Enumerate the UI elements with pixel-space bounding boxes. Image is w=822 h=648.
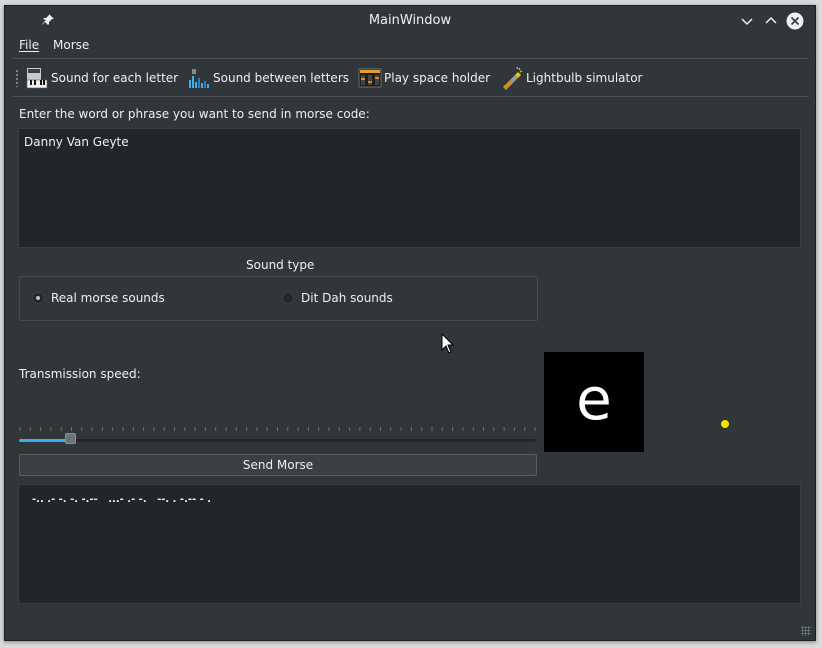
radio-indicator[interactable]	[282, 292, 294, 304]
toolbar: Sound for each letter Sound between lett…	[5, 59, 815, 96]
menu-file[interactable]: File	[19, 38, 39, 52]
slider-ticks	[19, 427, 536, 431]
radio-dit-dah[interactable]: Dit Dah sounds	[282, 291, 393, 305]
title-bar: MainWindow	[5, 6, 815, 36]
tool-lightbulb-simulator[interactable]: Lightbulb simulator	[500, 65, 642, 91]
menu-morse[interactable]: Morse	[53, 38, 89, 52]
input-prompt: Enter the word or phrase you want to sen…	[19, 107, 370, 121]
speed-slider-fill	[19, 439, 67, 442]
close-icon[interactable]	[786, 12, 804, 30]
status-indicator-dot	[721, 420, 729, 428]
radio-label: Dit Dah sounds	[301, 291, 393, 305]
tool-sound-each-letter[interactable]: Sound for each letter	[25, 65, 178, 91]
phrase-input[interactable]: Danny Van Geyte	[18, 128, 801, 248]
sound-type-group: Real morse sounds Dit Dah sounds	[19, 276, 538, 321]
speed-slider[interactable]	[19, 439, 536, 442]
speed-label: Transmission speed:	[19, 367, 141, 381]
send-morse-button[interactable]: Send Morse	[19, 454, 537, 476]
tool-sound-between-letters[interactable]: Sound between letters	[187, 65, 349, 91]
toolbar-grip[interactable]	[15, 69, 19, 87]
lightbulb-letter: e	[576, 365, 612, 433]
window-title: MainWindow	[368, 13, 452, 28]
radio-indicator-selected[interactable]	[32, 292, 44, 304]
tool-label: Lightbulb simulator	[526, 71, 643, 85]
sound-type-title: Sound type	[246, 258, 315, 272]
main-window: MainWindow File Morse Sound for each let…	[4, 5, 816, 641]
piano-icon	[26, 68, 48, 89]
tool-label: Play space holder	[384, 71, 491, 85]
tool-label: Sound for each letter	[51, 71, 179, 85]
morse-output-text: -.. .- -. -. -.-- ...- .- -. --. . -.-- …	[32, 494, 212, 505]
equalizer-icon	[189, 69, 209, 88]
radio-real-morse[interactable]: Real morse sounds	[32, 291, 165, 305]
minimize-icon[interactable]	[738, 12, 756, 30]
toolbar-separator	[13, 96, 809, 97]
lightbulb-display: e	[544, 352, 644, 452]
tool-label: Sound between letters	[213, 71, 350, 85]
mixer-icon	[358, 68, 382, 88]
tool-play-space-holder[interactable]: Play space holder	[358, 65, 490, 91]
mouse-cursor-icon	[441, 333, 455, 354]
speed-slider-handle[interactable]	[64, 433, 76, 444]
radio-label: Real morse sounds	[51, 291, 165, 305]
phrase-input-text[interactable]: Danny Van Geyte	[24, 135, 129, 149]
menu-bar: File Morse	[5, 36, 815, 58]
flashlight-icon	[503, 66, 523, 90]
maximize-icon[interactable]	[762, 12, 780, 30]
resize-grip[interactable]	[801, 626, 811, 636]
